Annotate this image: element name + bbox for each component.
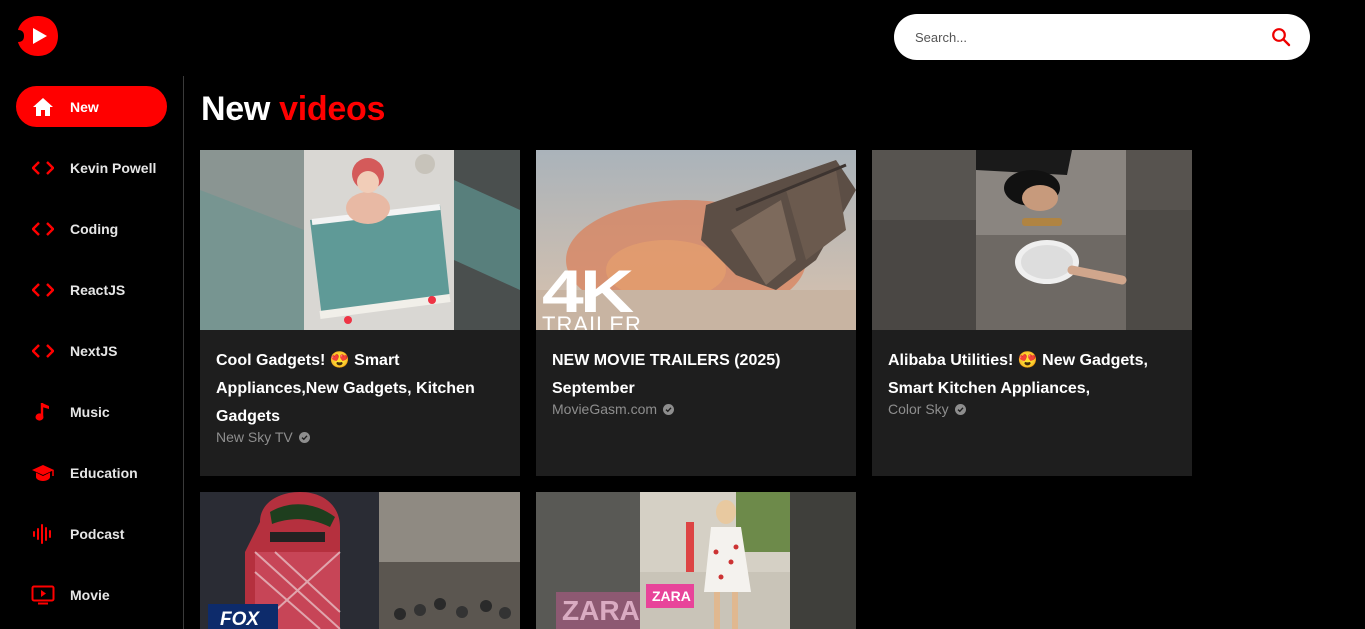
video-card[interactable]: Alibaba Utilities! 😍 New Gadgets, Smart … (872, 150, 1192, 476)
video-thumbnail[interactable] (200, 150, 520, 330)
sidebar-item-label: Education (70, 464, 138, 481)
video-card[interactable]: Cool Gadgets! 😍 Smart Appliances,New Gad… (200, 150, 520, 476)
sidebar-item-kevin-powell[interactable]: Kevin Powell (16, 147, 167, 188)
video-card[interactable]: FOX (200, 492, 520, 629)
code-icon (31, 278, 55, 302)
logo-icon[interactable] (16, 14, 60, 58)
video-thumbnail[interactable]: FOX (200, 492, 520, 629)
home-icon (31, 95, 55, 119)
sidebar-item-label: NextJS (70, 342, 118, 359)
sidebar: New Kevin Powell Coding ReactJS NextJS M… (0, 76, 184, 629)
sidebar-item-new[interactable]: New (16, 86, 167, 127)
video-thumbnail[interactable]: ZARA ZARA (536, 492, 856, 629)
app-page: New Kevin Powell Coding ReactJS NextJS (0, 0, 1365, 629)
channel-name-row: MovieGasm.com (552, 401, 840, 417)
sidebar-item-label: Movie (70, 586, 110, 603)
video-card[interactable]: 4K TRAILER NEW MOVIE TRAILERS (2025) Sep… (536, 150, 856, 476)
channel-name[interactable]: New Sky TV (216, 429, 293, 445)
verified-icon (954, 403, 966, 415)
search-icon[interactable] (1270, 26, 1292, 48)
verified-icon (663, 403, 675, 415)
video-thumbnail[interactable] (872, 150, 1192, 330)
sidebar-item-education[interactable]: Education (16, 452, 167, 493)
sidebar-item-label: Kevin Powell (70, 159, 157, 176)
code-icon (31, 339, 55, 363)
music-note-icon (31, 400, 55, 424)
tv-play-icon (31, 583, 55, 607)
sidebar-item-label: Music (70, 403, 110, 420)
video-card[interactable]: ZARA ZARA (536, 492, 856, 629)
sidebar-item-label: Podcast (70, 525, 125, 542)
video-title[interactable]: Cool Gadgets! 😍 Smart Appliances,New Gad… (216, 347, 504, 431)
video-title[interactable]: NEW MOVIE TRAILERS (2025) September (552, 347, 840, 403)
sidebar-item-label: ReactJS (70, 281, 126, 298)
sidebar-item-music[interactable]: Music (16, 391, 167, 432)
soundwave-icon (31, 522, 55, 546)
video-meta: Alibaba Utilities! 😍 New Gadgets, Smart … (872, 330, 1192, 417)
graduation-cap-icon (31, 461, 55, 485)
thumbnail-logo-text-large: ZARA (562, 595, 640, 626)
thumbnail-logo-text: FOX (220, 609, 260, 629)
verified-icon (298, 431, 310, 443)
code-icon (31, 217, 55, 241)
channel-name-row: Color Sky (888, 401, 1176, 417)
sidebar-item-reactjs[interactable]: ReactJS (16, 269, 167, 310)
code-icon (31, 156, 55, 180)
sidebar-item-nextjs[interactable]: NextJS (16, 330, 167, 371)
page-title-word: New (201, 90, 271, 128)
sidebar-item-label: Coding (70, 220, 119, 237)
video-title[interactable]: Alibaba Utilities! 😍 New Gadgets, Smart … (888, 347, 1176, 403)
sidebar-item-podcast[interactable]: Podcast (16, 513, 167, 554)
video-meta: Cool Gadgets! 😍 Smart Appliances,New Gad… (200, 330, 520, 445)
page-title-accent: videos (279, 90, 386, 128)
sidebar-item-label: New (70, 98, 99, 115)
sidebar-item-movie[interactable]: Movie (16, 574, 167, 615)
search-bar (894, 14, 1310, 60)
page-title: New videos (201, 90, 385, 129)
channel-name[interactable]: Color Sky (888, 401, 949, 417)
channel-name[interactable]: MovieGasm.com (552, 401, 657, 417)
channel-name-row: New Sky TV (216, 429, 504, 445)
thumbnail-trailer-text: TRAILER (542, 312, 642, 331)
video-meta: NEW MOVIE TRAILERS (2025) September Movi… (536, 330, 856, 417)
sidebar-item-coding[interactable]: Coding (16, 208, 167, 249)
thumbnail-logo-text-small: ZARA (652, 588, 691, 604)
search-input[interactable] (913, 28, 1270, 46)
video-thumbnail[interactable]: 4K TRAILER (536, 150, 856, 330)
